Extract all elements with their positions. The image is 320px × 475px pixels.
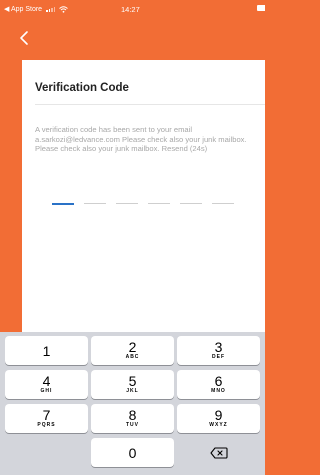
key-4[interactable]: 4 GHI	[5, 370, 88, 399]
page-title: Verification Code	[35, 82, 129, 94]
divider	[35, 104, 265, 105]
key-7[interactable]: 7 PQRS	[5, 404, 88, 433]
key-8[interactable]: 8 TUV	[91, 404, 174, 433]
backspace-icon	[209, 446, 228, 459]
code-input[interactable]	[52, 203, 234, 205]
wifi-icon	[59, 5, 68, 13]
key-5[interactable]: 5 JKL	[91, 370, 174, 399]
code-slot[interactable]	[84, 203, 106, 204]
key-3[interactable]: 3 DEF	[177, 336, 260, 365]
battery-icon	[257, 5, 265, 11]
key-6[interactable]: 6 MNO	[177, 370, 260, 399]
key-0[interactable]: 0	[91, 438, 174, 467]
code-slot[interactable]	[180, 203, 202, 204]
status-time: 14:27	[121, 5, 140, 14]
code-slot[interactable]	[52, 203, 74, 205]
status-bar: ◀ App Store 14:27	[0, 0, 265, 20]
signal-icon	[46, 6, 56, 12]
key-9[interactable]: 9 WXYZ	[177, 404, 260, 433]
code-slot[interactable]	[116, 203, 138, 204]
key-1[interactable]: 1	[5, 336, 88, 365]
status-left: ◀ App Store	[4, 5, 68, 13]
code-slot[interactable]	[148, 203, 170, 204]
numeric-keypad: 1 2 ABC 3 DEF 4 GHI 5 JKL 6 MNO 7 PQRS 8…	[0, 332, 265, 475]
chevron-left-icon[interactable]	[16, 30, 32, 46]
verification-message: A verification code has been sent to you…	[35, 125, 247, 154]
key-2[interactable]: 2 ABC	[91, 336, 174, 365]
app-store-back-link[interactable]: ◀ App Store	[4, 5, 42, 13]
verification-card: Verification Code A verification code ha…	[22, 60, 265, 332]
code-slot[interactable]	[212, 203, 234, 204]
delete-button[interactable]	[177, 438, 260, 467]
